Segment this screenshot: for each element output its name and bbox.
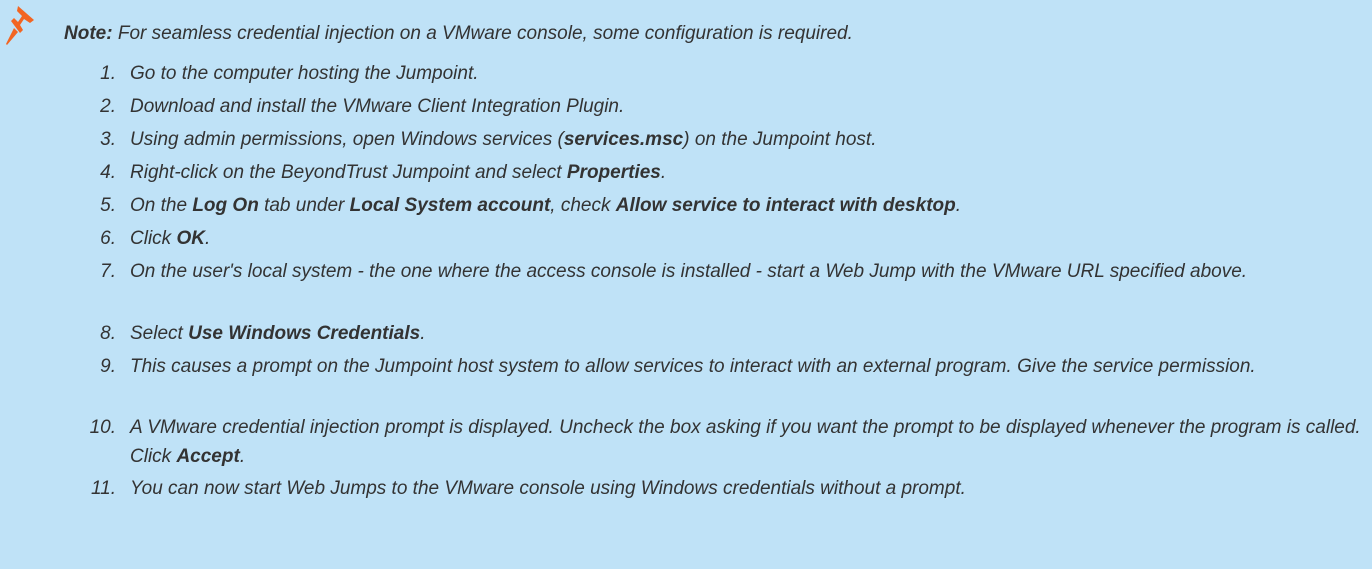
step-text-segment: You can now start Web Jumps to the VMwar… — [130, 478, 966, 499]
step-text: Select Use Windows Credentials. — [130, 319, 1366, 348]
step-text-segment: . — [239, 446, 246, 467]
step-text: On the Log On tab under Local System acc… — [130, 191, 1366, 220]
step-number: 7. — [100, 261, 116, 282]
step-number: 5. — [100, 195, 116, 216]
step-text-segment: . — [420, 323, 426, 344]
step-text-emphasis: services.msc — [563, 129, 684, 150]
step-text-segment: This causes a prompt on the Jumpoint hos… — [130, 356, 1256, 377]
note-label: Note: — [64, 23, 113, 44]
step-number: 9. — [100, 356, 116, 377]
pushpin-icon — [6, 6, 34, 45]
step-text-segment: tab under — [258, 195, 350, 216]
step-text-segment: , check — [550, 195, 616, 216]
step-text-segment: ) on the Jumpoint host. — [683, 129, 877, 150]
step-text-segment: Click — [130, 228, 177, 249]
step-number: 8. — [100, 323, 116, 344]
step-text-segment: . — [660, 162, 667, 183]
step-text: Go to the computer hosting the Jumpoint. — [130, 59, 1366, 88]
step-text-segment: Download and install the VMware Client I… — [130, 96, 625, 117]
step-text-segment: Go to the computer hosting the Jumpoint. — [130, 63, 479, 84]
step-text-emphasis: Properties — [566, 162, 661, 183]
step-text-segment: Using admin permissions, open Windows se… — [130, 129, 564, 150]
note-box: Note: For seamless credential injection … — [0, 0, 1372, 569]
step-number: 4. — [100, 162, 116, 183]
step-text: Click OK. — [130, 224, 1366, 253]
note-line: Note: For seamless credential injection … — [64, 23, 853, 45]
step-text-emphasis: Log On — [192, 195, 259, 216]
step-text-segment: Select — [130, 323, 189, 344]
step-text-emphasis: Accept — [176, 446, 240, 467]
step-text-segment: On the — [130, 195, 193, 216]
step-text: This causes a prompt on the Jumpoint hos… — [130, 352, 1366, 381]
step-text-emphasis: Allow service to interact with desktop — [615, 195, 956, 216]
step-text-segment: On the user's local system - the one whe… — [130, 261, 1248, 282]
step-number: 1. — [100, 63, 116, 84]
step-text: Using admin permissions, open Windows se… — [130, 125, 1366, 154]
step-number: 11. — [90, 478, 116, 499]
step-text: On the user's local system - the one whe… — [130, 257, 1366, 286]
step-number: 2. — [100, 96, 116, 117]
step-text-segment: A VMware credential injection prompt is … — [130, 417, 1361, 467]
step-text-emphasis: OK — [176, 228, 205, 249]
step-text-segment: Right-click on the BeyondTrust Jumpoint … — [130, 162, 567, 183]
step-text: You can now start Web Jumps to the VMwar… — [130, 474, 1366, 503]
step-text-segment: . — [955, 195, 962, 216]
step-number: 3. — [100, 129, 116, 150]
step-text-emphasis: Local System account — [349, 195, 551, 216]
step-text-emphasis: Use Windows Credentials — [188, 323, 421, 344]
step-text: Download and install the VMware Client I… — [130, 92, 1366, 121]
step-number: 10. — [89, 417, 116, 438]
note-text: For seamless credential injection on a V… — [112, 23, 853, 44]
step-text: Right-click on the BeyondTrust Jumpoint … — [130, 158, 1366, 187]
step-text-segment: . — [204, 228, 211, 249]
step-text: A VMware credential injection prompt is … — [130, 413, 1366, 471]
step-number: 6. — [100, 228, 116, 249]
